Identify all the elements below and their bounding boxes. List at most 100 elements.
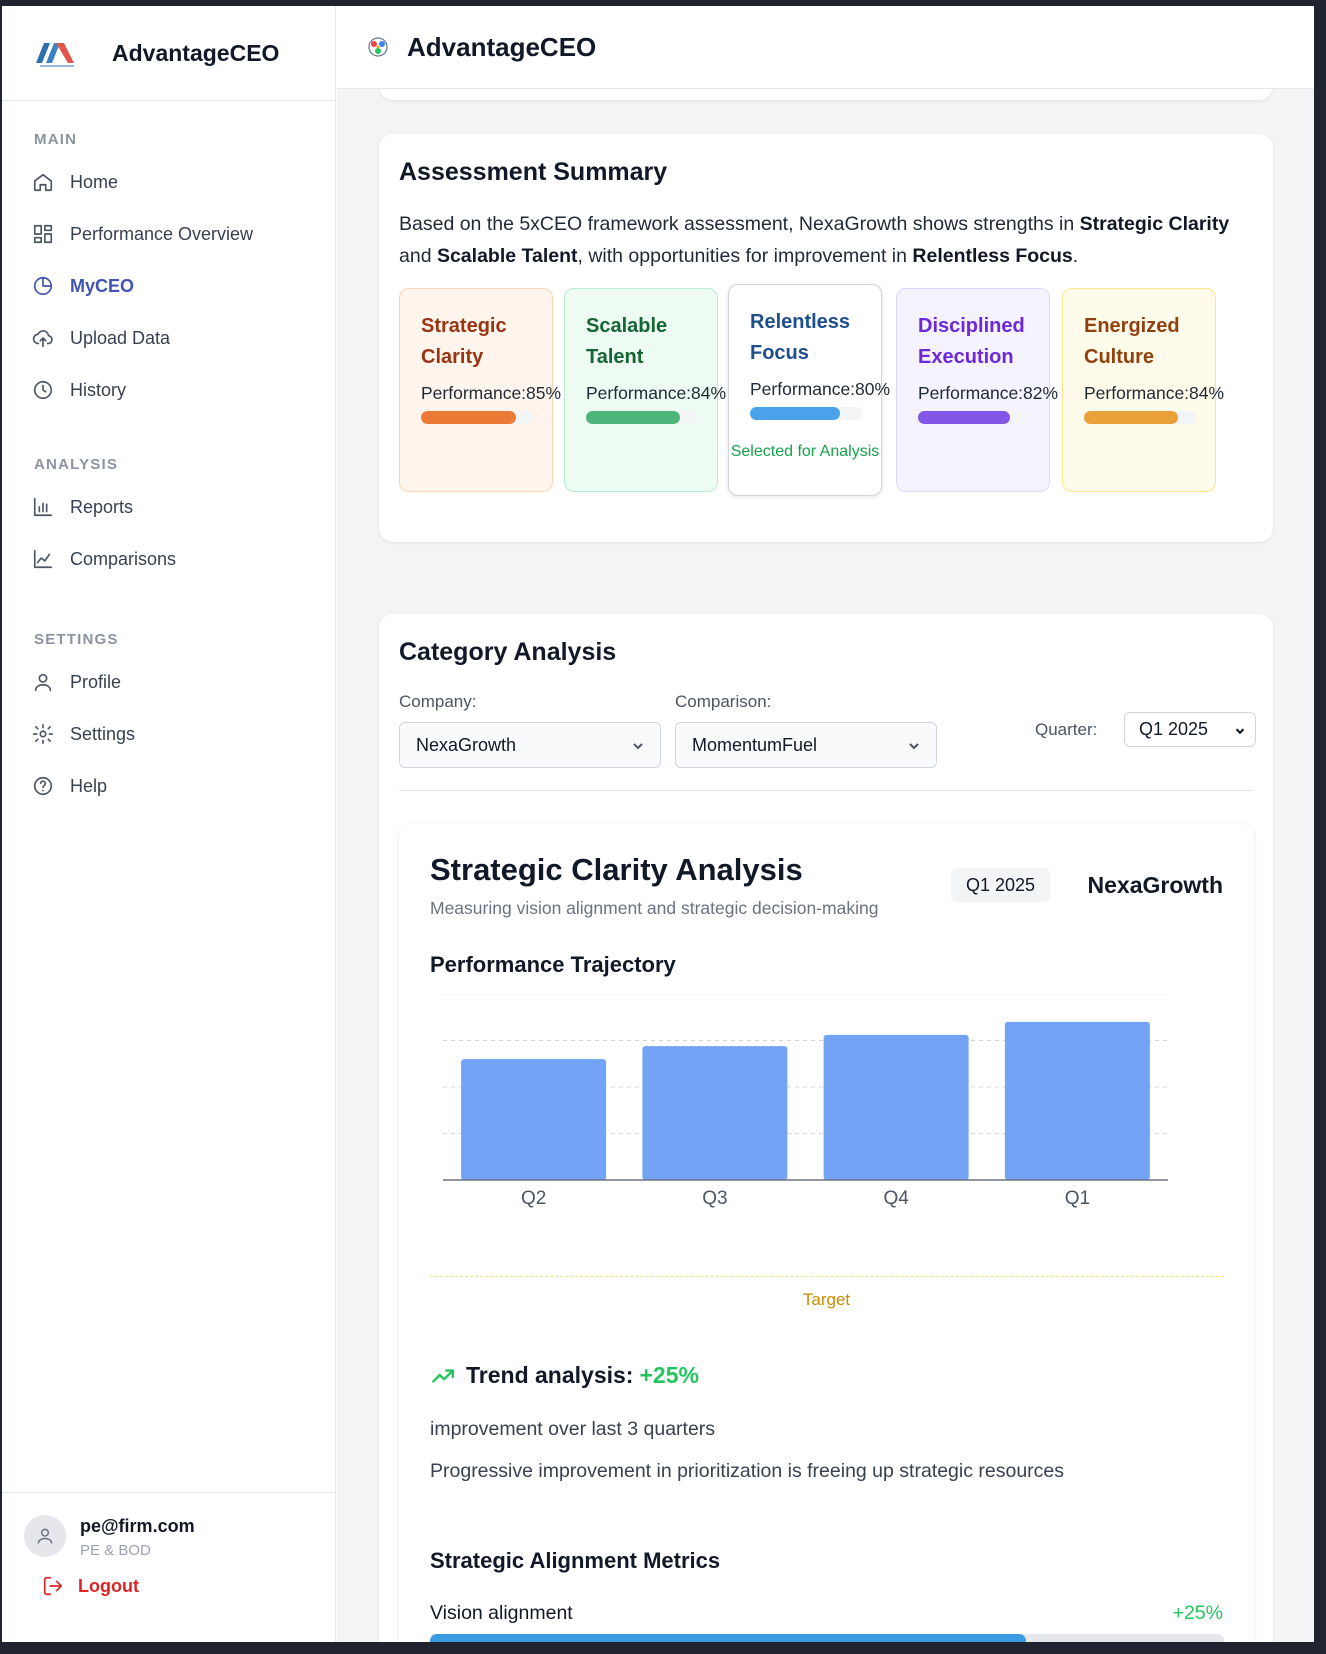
quarter-badge: Q1 2025 [951,868,1051,902]
trend-description: improvement over last 3 quarters [430,1418,716,1440]
pillar-progress-bar [586,411,698,424]
analysis-title: Strategic Clarity Analysis [430,852,803,887]
pillar-performance: Performance:84% [586,383,727,403]
category-analysis-card: Category Analysis Company: NexaGrowth Co… [379,614,1273,1642]
pillar-progress-bar [421,411,533,424]
pillar-performance: Performance:84% [1084,383,1225,403]
x-tick-label: Q3 [702,1188,727,1209]
pillar-progress-fill [750,407,840,420]
sidebar-item-performance-overview[interactable]: Performance Overview [2,208,335,260]
strategic-clarity-analysis-panel: Strategic Clarity Analysis Measuring vis… [399,824,1254,1642]
sidebar-brand[interactable]: AdvantageCEO [2,6,335,101]
company-select[interactable]: NexaGrowth [399,722,661,768]
bar-q4[interactable] [823,1034,969,1180]
summary-text-part: and [399,245,437,267]
trending-up-icon [432,1368,454,1383]
home-icon [33,173,53,192]
trend-value: +25% [639,1362,699,1388]
clock-icon [33,380,53,400]
trend-label: Trend analysis: [466,1362,634,1388]
pillar-card[interactable]: Relentless Focus Performance:80% Selected … [728,284,890,496]
sidebar-section-settings: SETTINGS [34,631,119,648]
trend-insight: Progressive improvement in prioritizatio… [430,1460,1065,1482]
performance-trajectory-heading: Performance Trajectory [430,952,676,977]
pie-chart-icon [33,276,53,296]
pillar-progress-fill [918,411,1010,424]
quarter-select[interactable]: Q1 2025 [1124,712,1256,747]
sidebar-item-label: MyCEO [70,275,135,296]
x-tick-label: Q1 [1065,1188,1090,1209]
bar-chart-icon [33,497,53,517]
analysis-company: NexaGrowth [1087,872,1223,898]
pillar-progress-fill [586,411,681,424]
pillar-name: Strategic Clarity [421,315,507,368]
dashboard-icon [33,224,53,244]
sidebar-item-history[interactable]: History [2,364,335,416]
quarter-label: Quarter: [1035,720,1098,739]
pillar-progress-bar [1084,411,1196,424]
x-tick-label: Q4 [883,1188,909,1209]
pillar-progress-fill [421,411,517,424]
sidebar-item-comparisons[interactable]: Comparisons [2,533,335,585]
metric-delta: +25% [1172,1602,1223,1624]
logout-icon [43,1576,63,1596]
pillar-progress-bar [750,407,862,420]
sidebar-item-reports[interactable]: Reports [2,481,335,533]
pillar-card[interactable]: Scalable Talent Performance:84% [564,288,726,492]
category-analysis-title: Category Analysis [399,638,617,666]
pillar-name: Relentless Focus [750,311,851,364]
pillar-card[interactable]: Disciplined Execution Performance:82% [896,288,1058,492]
top-bar: AdvantageCEO [337,6,1314,89]
sidebar-section-main: MAIN [34,131,78,148]
comparison-select[interactable]: MomentumFuel [675,722,937,768]
summary-highlight: Relentless Focus [912,245,1073,267]
bar-q2[interactable] [461,1059,607,1180]
target-label: Target [802,1290,851,1309]
pillar-card[interactable]: Strategic Clarity Performance:85% [399,288,561,492]
pillar-card[interactable]: Energized Culture Performance:84% [1062,288,1224,492]
brand-name: AdvantageCEO [112,39,280,66]
sidebar-item-label: Upload Data [70,327,171,348]
brand-globe-icon [368,37,388,57]
sidebar: AdvantageCEO MAIN Home Performance Overv… [2,6,336,1642]
pillar-performance: Performance:85% [421,383,562,403]
sidebar-item-myceo[interactable]: MyCEO [2,260,335,312]
summary-highlight: Strategic Clarity [1079,213,1230,235]
cloud-upload-icon [32,330,53,348]
sidebar-item-help[interactable]: Help [2,760,335,812]
pillar-name: Scalable Talent [586,315,668,368]
user-email: pe@firm.com [80,1516,195,1536]
line-chart-icon [33,549,53,569]
trend-analysis: Trend analysis: +25% [430,1362,699,1389]
avatar[interactable] [24,1515,66,1557]
logout-label: Logout [78,1575,139,1596]
sidebar-item-settings[interactable]: Settings [2,708,335,760]
company-select-value: NexaGrowth [416,734,517,755]
sidebar-item-label: Settings [70,723,136,744]
user-role: PE & BOD [80,1542,151,1559]
alignment-metrics-heading: Strategic Alignment Metrics [430,1548,721,1573]
help-icon [33,776,53,796]
metric-progress-bar [430,1634,1224,1642]
app-window: AdvantageCEO MAIN Home Performance Overv… [2,6,1314,1642]
chevron-down-icon [909,743,919,750]
chevron-down-icon [1235,728,1245,735]
bar-q3[interactable] [642,1046,788,1180]
sidebar-item-label: Home [70,171,119,192]
sidebar-item-home[interactable]: Home [2,156,335,208]
logout-button[interactable]: Logout [42,1575,139,1597]
bar-q1[interactable] [1004,1021,1150,1180]
sidebar-item-label: Help [70,775,108,796]
selected-for-analysis-label: Selected for Analysis [730,443,880,460]
comparison-select-value: MomentumFuel [692,734,818,755]
sidebar-section-analysis: ANALYSIS [34,456,119,473]
summary-highlight: Scalable Talent [436,245,578,267]
sidebar-item-label: Performance Overview [70,223,254,244]
sidebar-item-label: Reports [70,496,134,517]
pillar-performance: Performance:82% [918,383,1059,403]
summary-text-part: Based on the 5xCEO framework assessment,… [399,213,1080,235]
sidebar-item-profile[interactable]: Profile [2,656,335,708]
sidebar-item-label: History [70,379,127,400]
chevron-down-icon [633,743,643,750]
sidebar-item-upload-data[interactable]: Upload Data [2,312,335,364]
